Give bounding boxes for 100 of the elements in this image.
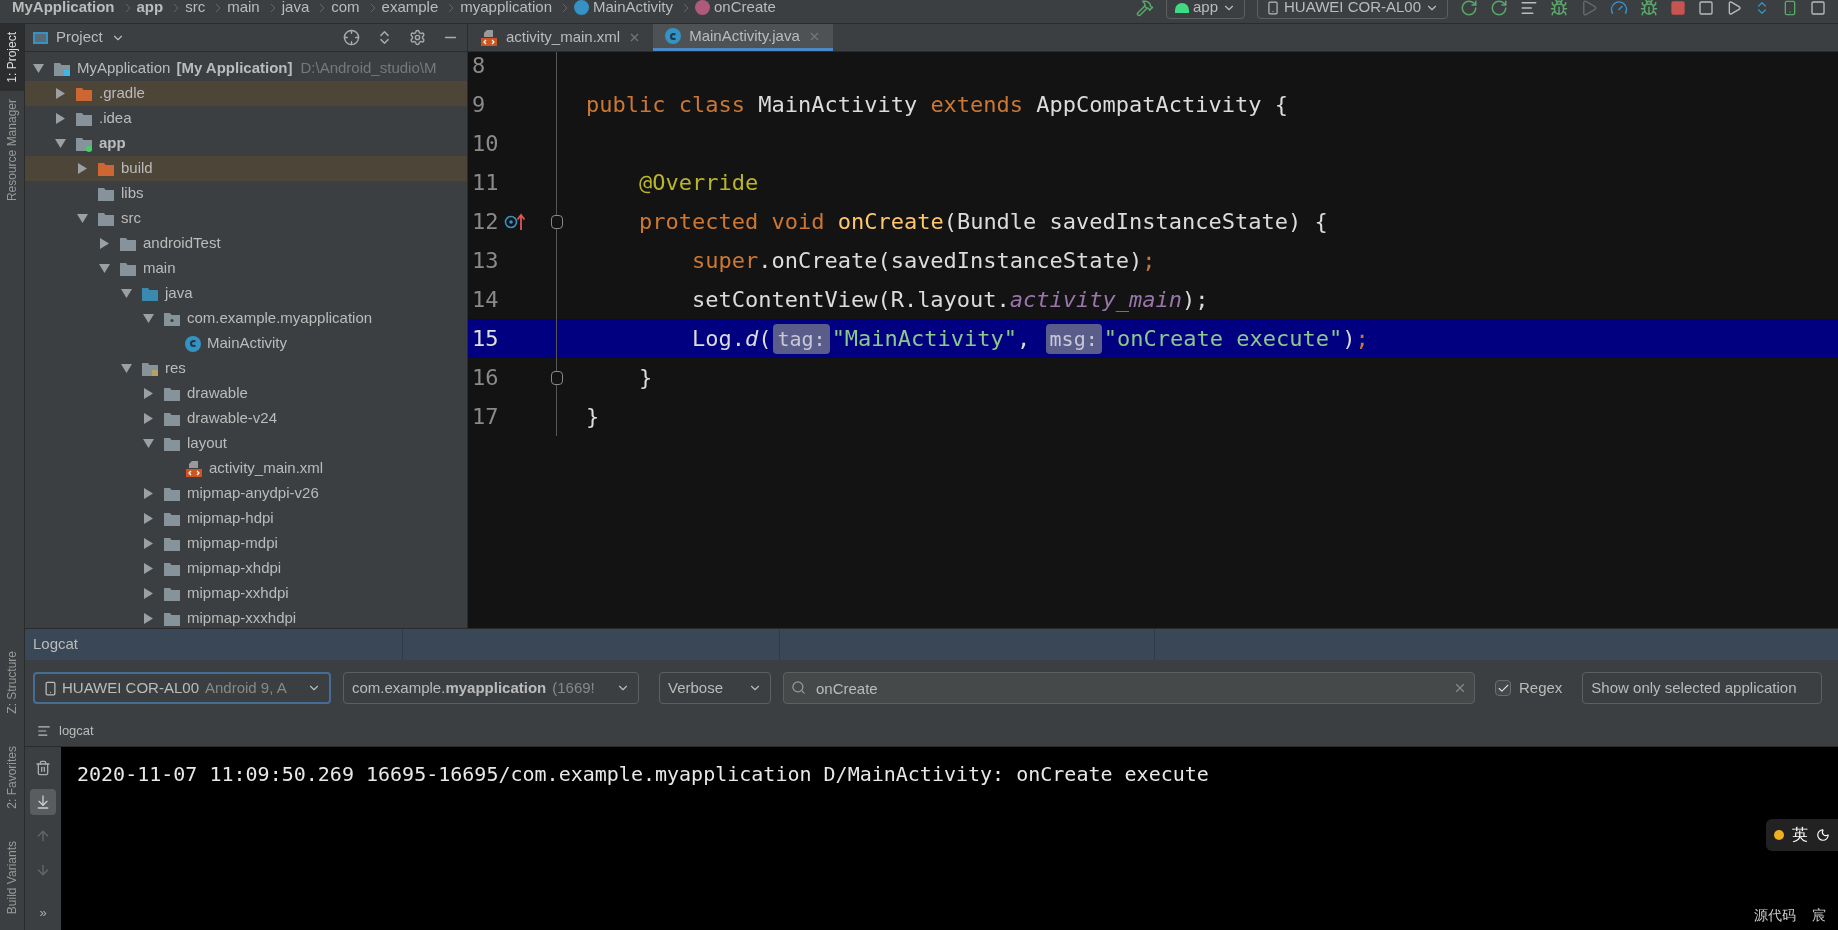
folder-icon [163, 535, 181, 552]
collapsed-arrow-icon[interactable] [143, 413, 154, 424]
tree-item[interactable]: mipmap-hdpi [187, 507, 274, 530]
moon-icon [1816, 828, 1830, 842]
process-dropdown[interactable]: com.example.myapplication (1669! [343, 672, 639, 704]
code-token: ); [1182, 286, 1209, 314]
tool-window-button[interactable]: 1: Project [0, 24, 24, 91]
tool-window-button[interactable]: Build Variants [0, 832, 24, 922]
tree-item[interactable]: com.example.myapplication [187, 307, 373, 330]
project-path: D:\Android_studio\M [300, 58, 437, 79]
panel-title: Logcat [25, 629, 403, 660]
more-button[interactable]: » [30, 900, 56, 926]
device-dropdown[interactable]: HUAWEI COR-AL00 Android 9, A [33, 672, 331, 704]
breadcrumb-item[interactable]: com [331, 0, 360, 19]
project-view-dropdown[interactable]: Project [33, 26, 125, 49]
tree-item[interactable]: res [165, 357, 186, 380]
device-dropdown[interactable]: HUAWEI COR-AL00 [1257, 0, 1448, 19]
collapsed-arrow-icon[interactable] [143, 513, 154, 524]
breadcrumb-item[interactable]: app [136, 0, 164, 19]
tree-item[interactable]: mipmap-xhdpi [187, 557, 282, 580]
debug-icon[interactable] [1550, 0, 1568, 17]
tree-item[interactable]: main [143, 257, 176, 280]
expanded-arrow-icon[interactable] [121, 363, 132, 374]
expanded-arrow-icon[interactable] [121, 288, 132, 299]
folder-icon [163, 410, 181, 427]
filter-dropdown[interactable]: Show only selected application [1582, 672, 1823, 704]
build-icon[interactable] [1136, 0, 1154, 17]
tree-item[interactable]: layout [187, 432, 228, 455]
module-label: [My Application] [176, 58, 293, 79]
logcat-tab[interactable]: logcat [59, 721, 94, 741]
collapsed-arrow-icon[interactable] [143, 588, 154, 599]
search-icon [791, 680, 806, 695]
line-number: 10 [471, 130, 500, 158]
tree-item[interactable]: mipmap-xxxhdpi [187, 607, 297, 628]
code-token: ; [1355, 325, 1369, 353]
fold-marker-icon[interactable] [551, 370, 563, 385]
tree-item[interactable]: mipmap-anydpi-v26 [187, 482, 319, 505]
expanded-arrow-icon[interactable] [77, 213, 88, 224]
settings-icon[interactable] [409, 29, 426, 46]
tool-window-button[interactable]: Z: Structure [0, 643, 24, 723]
expanded-arrow-icon[interactable] [143, 313, 154, 324]
code-token: onCreate [837, 208, 944, 236]
tree-item[interactable]: mipmap-mdpi [187, 532, 278, 555]
tree-item[interactable]: .idea [99, 107, 132, 130]
phone-icon [1266, 0, 1280, 15]
tree-item[interactable]: MainActivity [207, 332, 288, 355]
line-number: 8 [471, 52, 487, 80]
expanded-arrow-icon[interactable] [55, 138, 66, 149]
tree-item[interactable]: MyApplication [77, 57, 171, 80]
folder-icon [163, 560, 181, 577]
log-level-dropdown[interactable]: Verbose [659, 672, 771, 704]
fold-marker-icon[interactable] [551, 214, 563, 229]
clear-icon[interactable] [1453, 681, 1467, 695]
regex-checkbox[interactable] [1495, 680, 1511, 696]
breadcrumb-item[interactable]: myapplication [460, 0, 552, 19]
breadcrumb-item[interactable]: java [281, 0, 310, 19]
tree-item[interactable]: drawable [187, 382, 248, 405]
tool-window-button[interactable]: Resource Manager [0, 90, 24, 209]
tree-item[interactable]: src [121, 207, 141, 230]
collapsed-arrow-icon[interactable] [55, 113, 66, 124]
tree-item[interactable]: libs [121, 182, 144, 205]
breadcrumb-item[interactable]: main [227, 0, 260, 19]
breadcrumb-item[interactable]: MyApplication [12, 0, 115, 19]
tool-window-button[interactable]: 2: Favorites [0, 738, 24, 817]
tree-item[interactable]: drawable-v24 [187, 407, 278, 430]
search-field[interactable]: onCreate [783, 672, 1475, 704]
expanded-arrow-icon[interactable] [143, 438, 154, 449]
tree-item[interactable]: activity_main.xml [209, 457, 324, 480]
collapsed-arrow-icon[interactable] [99, 238, 110, 249]
tree-item[interactable]: mipmap-xxhdpi [187, 582, 289, 605]
breadcrumb-item[interactable]: src [185, 0, 206, 19]
editor-tab[interactable]: MainActivity.java [653, 24, 833, 51]
tree-item[interactable]: java [165, 282, 193, 305]
chevron-icon [448, 2, 455, 13]
scroll-to-end-button[interactable] [30, 789, 56, 815]
ime-toolbar[interactable]: 英 [1766, 819, 1838, 851]
tree-item[interactable]: build [121, 157, 153, 180]
editor-tab[interactable]: activity_main.xml [468, 24, 654, 51]
locate-icon[interactable] [343, 29, 360, 46]
expanded-arrow-icon[interactable] [99, 263, 110, 274]
tree-item[interactable]: app [99, 132, 126, 155]
collapsed-arrow-icon[interactable] [55, 88, 66, 99]
chevron-icon [173, 2, 180, 13]
breadcrumb-item[interactable]: MainActivity [593, 0, 674, 19]
breadcrumb-item[interactable]: example [381, 0, 439, 19]
tree-item[interactable]: androidTest [143, 232, 221, 255]
excluded-folder-icon [75, 85, 93, 102]
collapsed-arrow-icon[interactable] [143, 613, 154, 624]
collapsed-arrow-icon[interactable] [143, 563, 154, 574]
expanded-arrow-icon[interactable] [33, 63, 44, 74]
breadcrumb-item[interactable]: onCreate [714, 0, 776, 19]
code-token: .onCreate(savedInstanceState) [758, 247, 1143, 275]
run-config-dropdown[interactable]: app [1166, 0, 1245, 19]
collapsed-arrow-icon[interactable] [143, 488, 154, 499]
tree-item[interactable]: .gradle [99, 82, 145, 105]
collapsed-arrow-icon[interactable] [77, 163, 88, 174]
collapsed-arrow-icon[interactable] [143, 538, 154, 549]
code-token: d [744, 325, 759, 353]
collapsed-arrow-icon[interactable] [143, 388, 154, 399]
override-marker-icon[interactable] [504, 212, 526, 231]
